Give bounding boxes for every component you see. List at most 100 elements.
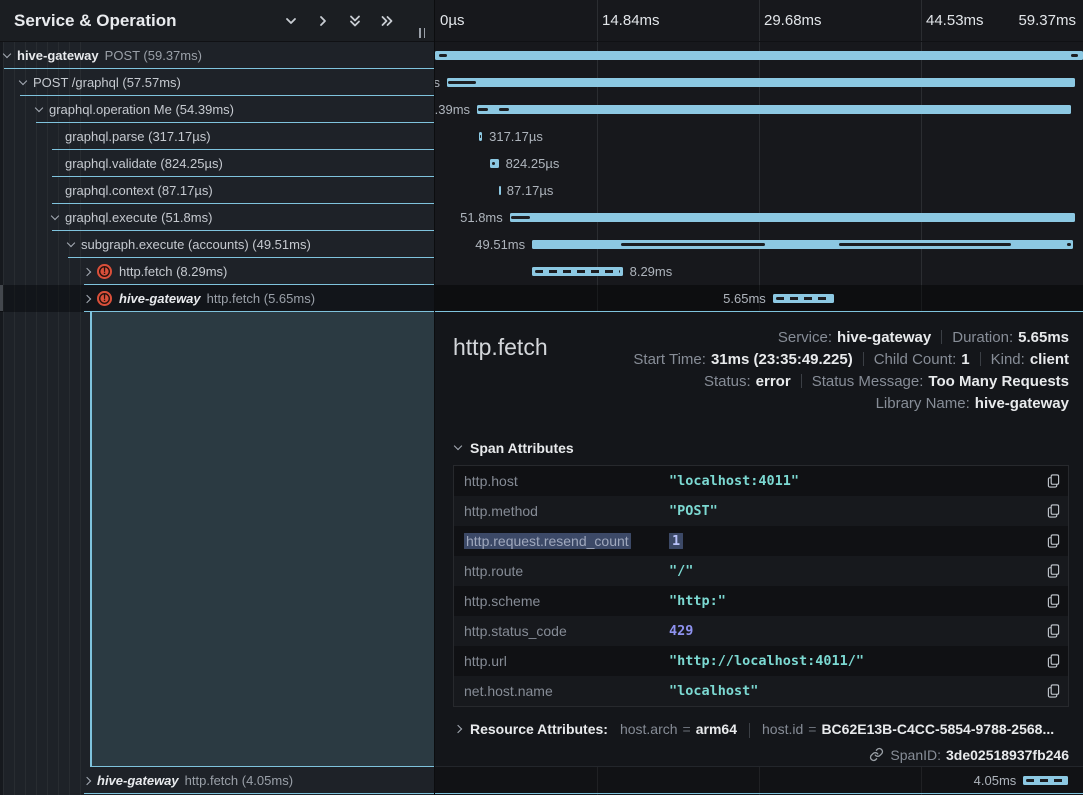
tree-row[interactable]: hive-gatewayPOST (59.37ms) (0, 42, 434, 69)
span-service-name: hive-gateway (17, 48, 99, 63)
timeline-row[interactable]: 57.57ms (435, 69, 1083, 96)
timeline-row[interactable]: 87.17µs (435, 177, 1083, 204)
timeline-tick-label: 29.68ms (759, 0, 822, 42)
tree-row[interactable]: hive-gatewayhttp.fetch (4.05ms) (0, 767, 434, 794)
span-bar[interactable] (435, 51, 1083, 60)
copy-icon[interactable] (1034, 684, 1060, 698)
attribute-row[interactable]: http.method"POST" (454, 496, 1068, 526)
copy-icon[interactable] (1034, 624, 1060, 638)
span-bar[interactable] (1023, 776, 1067, 785)
span-bar[interactable] (532, 267, 622, 276)
attribute-value: "/" (669, 563, 1034, 579)
row-border (84, 793, 434, 794)
chevron-down-icon[interactable] (280, 10, 302, 32)
chevron-right-icon[interactable] (312, 10, 334, 32)
tree-row[interactable]: graphql.parse (317.17µs) (0, 123, 434, 150)
attribute-row[interactable]: http.host"localhost:4011" (454, 466, 1068, 496)
child-span-dashes (535, 270, 619, 273)
resource-attributes-row[interactable]: Resource Attributes: host.arch=arm64host… (453, 721, 1069, 738)
timeline-row[interactable]: 59.37ms (435, 42, 1083, 69)
span-detail-header: http.fetch Service:hive-gatewayDuration:… (453, 326, 1069, 414)
tree-row[interactable]: graphql.context (87.17µs) (0, 177, 434, 204)
span-bar[interactable] (510, 213, 1075, 222)
tree-chevron-right-icon[interactable] (83, 294, 91, 302)
tree-chevron-down-icon[interactable] (35, 103, 43, 111)
attribute-key: http.method (464, 503, 669, 519)
span-operation-label: graphql.context (87.17µs) (65, 183, 213, 198)
panel-resize-handle[interactable] (416, 25, 428, 41)
error-icon: ! (97, 264, 112, 279)
timeline-row[interactable]: 8.29ms (435, 258, 1083, 285)
detail-meta-line: Start Time:31ms (23:35:49.225)Child Coun… (633, 348, 1069, 370)
duration-label: 54.39ms (435, 96, 470, 123)
child-span-mark (511, 216, 530, 219)
span-id-label: SpanID: (890, 747, 941, 763)
span-id-value: 3de02518937fb246 (946, 747, 1069, 763)
span-service-name: hive-gateway (97, 773, 179, 788)
chevrons-down-icon[interactable] (344, 10, 366, 32)
attribute-row[interactable]: http.url"http://localhost:4011/" (454, 646, 1068, 676)
tree-chevron-down-icon[interactable] (3, 49, 11, 57)
tree-chevron-down-icon[interactable] (67, 238, 75, 246)
timeline-row[interactable]: 317.17µs (435, 123, 1083, 150)
child-span-mark (478, 108, 488, 111)
duration-label: 4.05ms (974, 767, 1017, 794)
tree-chevron-down-icon[interactable] (19, 76, 27, 84)
copy-icon[interactable] (1034, 504, 1060, 518)
tree-scrollbar[interactable] (0, 42, 3, 795)
duration-label: 5.65ms (723, 285, 766, 312)
copy-icon[interactable] (1034, 594, 1060, 608)
copy-icon[interactable] (1034, 534, 1060, 548)
span-bar[interactable] (447, 78, 1075, 87)
span-bar[interactable] (499, 186, 501, 195)
timeline-row[interactable]: 51.8ms (435, 204, 1083, 231)
timeline-tick-label: 0µs (435, 0, 465, 42)
timeline-row[interactable]: 54.39ms (435, 96, 1083, 123)
attribute-row[interactable]: http.request.resend_count1 (454, 526, 1068, 556)
tree-chevron-down-icon[interactable] (51, 211, 59, 219)
chevrons-right-icon[interactable] (376, 10, 398, 32)
tree-row[interactable]: graphql.execute (51.8ms) (0, 204, 434, 231)
timeline-row[interactable]: 4.05ms (435, 767, 1083, 794)
detail-meta-line: Status:errorStatus Message:Too Many Requ… (704, 370, 1069, 392)
tree-header-title: Service & Operation (14, 11, 280, 31)
meta-key: Library Name: (876, 395, 970, 412)
meta-key: Duration: (952, 329, 1013, 346)
span-bar[interactable] (773, 294, 835, 303)
span-attributes-header[interactable]: Span Attributes (453, 440, 1069, 456)
span-service-name: hive-gateway (119, 291, 201, 306)
duration-label: 824.25µs (506, 150, 560, 177)
meta-separator (801, 374, 802, 388)
meta-separator (863, 352, 864, 366)
copy-icon[interactable] (1034, 654, 1060, 668)
attribute-row[interactable]: net.host.name"localhost" (454, 676, 1068, 706)
tree-scrollbar-thumb[interactable] (0, 285, 3, 311)
meta-key: Child Count: (874, 351, 957, 368)
span-bar[interactable] (477, 105, 1071, 114)
attribute-row[interactable]: http.route"/" (454, 556, 1068, 586)
duration-label: 49.51ms (475, 231, 525, 258)
tree-row[interactable]: POST /graphql (57.57ms) (0, 69, 434, 96)
tree-chevron-right-icon[interactable] (83, 776, 91, 784)
meta-separator (980, 352, 981, 366)
tree-row[interactable]: graphql.validate (824.25µs) (0, 150, 434, 177)
tree-row[interactable]: graphql.operation Me (54.39ms) (0, 96, 434, 123)
resource-attribute: host.id=BC62E13B-C4CC-5854-9788-2568... (762, 721, 1054, 737)
copy-icon[interactable] (1034, 474, 1060, 488)
meta-value: client (1030, 351, 1069, 368)
attribute-row[interactable]: http.scheme"http:" (454, 586, 1068, 616)
child-span-mark (499, 108, 509, 111)
tree-chevron-right-icon[interactable] (83, 267, 91, 275)
copy-icon[interactable] (1034, 564, 1060, 578)
tree-row[interactable]: ! http.fetch (8.29ms) (0, 258, 434, 285)
timeline-row[interactable]: 824.25µs (435, 150, 1083, 177)
span-operation-label: http.fetch (8.29ms) (119, 264, 227, 279)
timeline-row[interactable]: 49.51ms (435, 231, 1083, 258)
error-icon: ! (97, 291, 112, 306)
link-icon[interactable] (869, 747, 884, 762)
timeline-row[interactable]: 5.65ms (435, 285, 1083, 312)
tree-row[interactable]: !hive-gatewayhttp.fetch (5.65ms) (0, 285, 434, 312)
attribute-row[interactable]: http.status_code429 (454, 616, 1068, 646)
span-attributes-title: Span Attributes (470, 440, 574, 456)
tree-row[interactable]: subgraph.execute (accounts) (49.51ms) (0, 231, 434, 258)
